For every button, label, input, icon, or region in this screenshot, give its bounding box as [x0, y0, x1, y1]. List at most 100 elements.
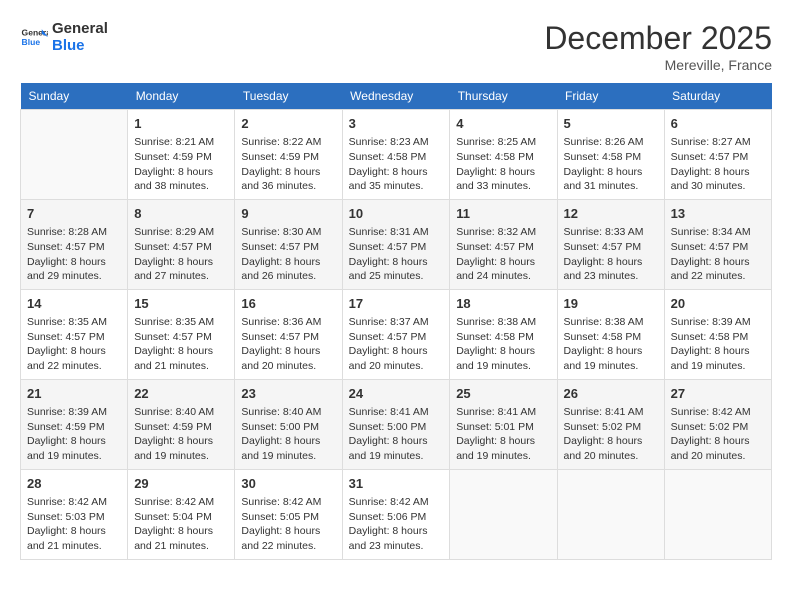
day-number: 13: [671, 205, 765, 223]
month-title: December 2025: [544, 20, 772, 57]
day-number: 2: [241, 115, 335, 133]
day-number: 6: [671, 115, 765, 133]
calendar-cell: 28Sunrise: 8:42 AM Sunset: 5:03 PM Dayli…: [21, 469, 128, 559]
day-info: Sunrise: 8:36 AM Sunset: 4:57 PM Dayligh…: [241, 315, 335, 374]
day-number: 31: [349, 475, 444, 493]
calendar-cell: 18 Sunrise: 8:38 AM Sunset: 4:58 PM Dayli…: [450, 289, 557, 379]
calendar-cell: [664, 469, 771, 559]
day-number: 17: [349, 295, 444, 313]
day-info: Sunrise: 8:30 AM Sunset: 4:57 PM Dayligh…: [241, 225, 335, 284]
logo: General Blue General Blue: [20, 20, 108, 55]
calendar-cell: 22Sunrise: 8:40 AM Sunset: 4:59 PM Dayli…: [128, 379, 235, 469]
day-info: Sunrise: 8:42 AM Sunset: 5:02 PM Dayligh…: [671, 405, 765, 464]
day-info: Sunrise: 8:35 AM Sunset: 4:57 PM Dayligh…: [27, 315, 121, 374]
day-info: Sunrise: 8:28 AM Sunset: 4:57 PM Dayligh…: [27, 225, 121, 284]
calendar-cell: 4 Sunrise: 8:25 AM Sunset: 4:58 PM Daylig…: [450, 110, 557, 200]
day-number: 21: [27, 385, 121, 403]
calendar-cell: 9 Sunrise: 8:30 AM Sunset: 4:57 PM Daylig…: [235, 199, 342, 289]
day-info: Sunrise: 8:40 AM Sunset: 5:00 PM Dayligh…: [241, 405, 335, 464]
day-number: 22: [134, 385, 228, 403]
day-info: Sunrise: 8:22 AM Sunset: 4:59 PM Dayligh…: [241, 135, 335, 194]
day-number: 12: [564, 205, 658, 223]
title-block: December 2025 Mereville, France: [544, 20, 772, 73]
calendar-cell: 2 Sunrise: 8:22 AM Sunset: 4:59 PM Daylig…: [235, 110, 342, 200]
day-number: 19: [564, 295, 658, 313]
day-info: Sunrise: 8:39 AM Sunset: 4:59 PM Dayligh…: [27, 405, 121, 464]
logo-icon: General Blue: [20, 23, 48, 51]
calendar-cell: 14 Sunrise: 8:35 AM Sunset: 4:57 PM Dayli…: [21, 289, 128, 379]
day-number: 23: [241, 385, 335, 403]
day-number: 3: [349, 115, 444, 133]
day-number: 26: [564, 385, 658, 403]
calendar-cell: 7 Sunrise: 8:28 AM Sunset: 4:57 PM Daylig…: [21, 199, 128, 289]
calendar-cell: 8Sunrise: 8:29 AM Sunset: 4:57 PM Daylig…: [128, 199, 235, 289]
calendar-cell: [21, 110, 128, 200]
day-number: 18: [456, 295, 550, 313]
location: Mereville, France: [544, 57, 772, 73]
day-number: 24: [349, 385, 444, 403]
calendar-cell: 21 Sunrise: 8:39 AM Sunset: 4:59 PM Dayli…: [21, 379, 128, 469]
day-info: Sunrise: 8:41 AM Sunset: 5:01 PM Dayligh…: [456, 405, 550, 464]
day-info: Sunrise: 8:21 AM Sunset: 4:59 PM Dayligh…: [134, 135, 228, 194]
calendar-cell: 13Sunrise: 8:34 AM Sunset: 4:57 PM Dayli…: [664, 199, 771, 289]
calendar-cell: 31 Sunrise: 8:42 AM Sunset: 5:06 PM Dayli…: [342, 469, 450, 559]
calendar-week-row: 21 Sunrise: 8:39 AM Sunset: 4:59 PM Dayli…: [21, 379, 772, 469]
header-thursday: Thursday: [450, 83, 557, 110]
calendar-cell: 6Sunrise: 8:27 AM Sunset: 4:57 PM Daylig…: [664, 110, 771, 200]
day-info: Sunrise: 8:33 AM Sunset: 4:57 PM Dayligh…: [564, 225, 658, 284]
header-friday: Friday: [557, 83, 664, 110]
calendar-cell: 20 Sunrise: 8:39 AM Sunset: 4:58 PM Dayli…: [664, 289, 771, 379]
day-number: 11: [456, 205, 550, 223]
day-number: 10: [349, 205, 444, 223]
calendar-cell: 23 Sunrise: 8:40 AM Sunset: 5:00 PM Dayli…: [235, 379, 342, 469]
day-number: 25: [456, 385, 550, 403]
day-info: Sunrise: 8:42 AM Sunset: 5:06 PM Dayligh…: [349, 495, 444, 554]
header-saturday: Saturday: [664, 83, 771, 110]
calendar-cell: 15Sunrise: 8:35 AM Sunset: 4:57 PM Dayli…: [128, 289, 235, 379]
day-info: Sunrise: 8:41 AM Sunset: 5:00 PM Dayligh…: [349, 405, 444, 464]
svg-text:Blue: Blue: [22, 37, 41, 47]
day-number: 16: [241, 295, 335, 313]
calendar-cell: [557, 469, 664, 559]
logo-blue: Blue: [52, 37, 108, 54]
day-info: Sunrise: 8:39 AM Sunset: 4:58 PM Dayligh…: [671, 315, 765, 374]
day-info: Sunrise: 8:23 AM Sunset: 4:58 PM Dayligh…: [349, 135, 444, 194]
calendar-week-row: 28Sunrise: 8:42 AM Sunset: 5:03 PM Dayli…: [21, 469, 772, 559]
day-number: 14: [27, 295, 121, 313]
day-number: 8: [134, 205, 228, 223]
calendar-cell: [450, 469, 557, 559]
calendar-cell: 1 Sunrise: 8:21 AM Sunset: 4:59 PM Daylig…: [128, 110, 235, 200]
day-info: Sunrise: 8:25 AM Sunset: 4:58 PM Dayligh…: [456, 135, 550, 194]
calendar-cell: 26Sunrise: 8:41 AM Sunset: 5:02 PM Dayli…: [557, 379, 664, 469]
calendar-week-row: 1 Sunrise: 8:21 AM Sunset: 4:59 PM Daylig…: [21, 110, 772, 200]
day-number: 7: [27, 205, 121, 223]
calendar-cell: 19 Sunrise: 8:38 AM Sunset: 4:58 PM Dayli…: [557, 289, 664, 379]
calendar-week-row: 14 Sunrise: 8:35 AM Sunset: 4:57 PM Dayli…: [21, 289, 772, 379]
day-number: 9: [241, 205, 335, 223]
day-info: Sunrise: 8:35 AM Sunset: 4:57 PM Dayligh…: [134, 315, 228, 374]
day-number: 1: [134, 115, 228, 133]
calendar-cell: 29Sunrise: 8:42 AM Sunset: 5:04 PM Dayli…: [128, 469, 235, 559]
day-number: 20: [671, 295, 765, 313]
day-info: Sunrise: 8:42 AM Sunset: 5:03 PM Dayligh…: [27, 495, 121, 554]
header-sunday: Sunday: [21, 83, 128, 110]
calendar-cell: 24 Sunrise: 8:41 AM Sunset: 5:00 PM Dayli…: [342, 379, 450, 469]
calendar-cell: 10 Sunrise: 8:31 AM Sunset: 4:57 PM Dayli…: [342, 199, 450, 289]
day-number: 4: [456, 115, 550, 133]
header-monday: Monday: [128, 83, 235, 110]
day-info: Sunrise: 8:32 AM Sunset: 4:57 PM Dayligh…: [456, 225, 550, 284]
calendar-cell: 17 Sunrise: 8:37 AM Sunset: 4:57 PM Dayli…: [342, 289, 450, 379]
calendar-cell: 11 Sunrise: 8:32 AM Sunset: 4:57 PM Dayli…: [450, 199, 557, 289]
day-info: Sunrise: 8:37 AM Sunset: 4:57 PM Dayligh…: [349, 315, 444, 374]
page-header: General Blue General Blue December 2025 …: [20, 20, 772, 73]
calendar-week-row: 7 Sunrise: 8:28 AM Sunset: 4:57 PM Daylig…: [21, 199, 772, 289]
day-info: Sunrise: 8:42 AM Sunset: 5:05 PM Dayligh…: [241, 495, 335, 554]
day-info: Sunrise: 8:38 AM Sunset: 4:58 PM Dayligh…: [456, 315, 550, 374]
day-number: 5: [564, 115, 658, 133]
day-info: Sunrise: 8:38 AM Sunset: 4:58 PM Dayligh…: [564, 315, 658, 374]
day-number: 29: [134, 475, 228, 493]
calendar-cell: 27Sunrise: 8:42 AM Sunset: 5:02 PM Dayli…: [664, 379, 771, 469]
calendar-cell: 5Sunrise: 8:26 AM Sunset: 4:58 PM Daylig…: [557, 110, 664, 200]
day-info: Sunrise: 8:31 AM Sunset: 4:57 PM Dayligh…: [349, 225, 444, 284]
calendar-cell: 12 Sunrise: 8:33 AM Sunset: 4:57 PM Dayli…: [557, 199, 664, 289]
